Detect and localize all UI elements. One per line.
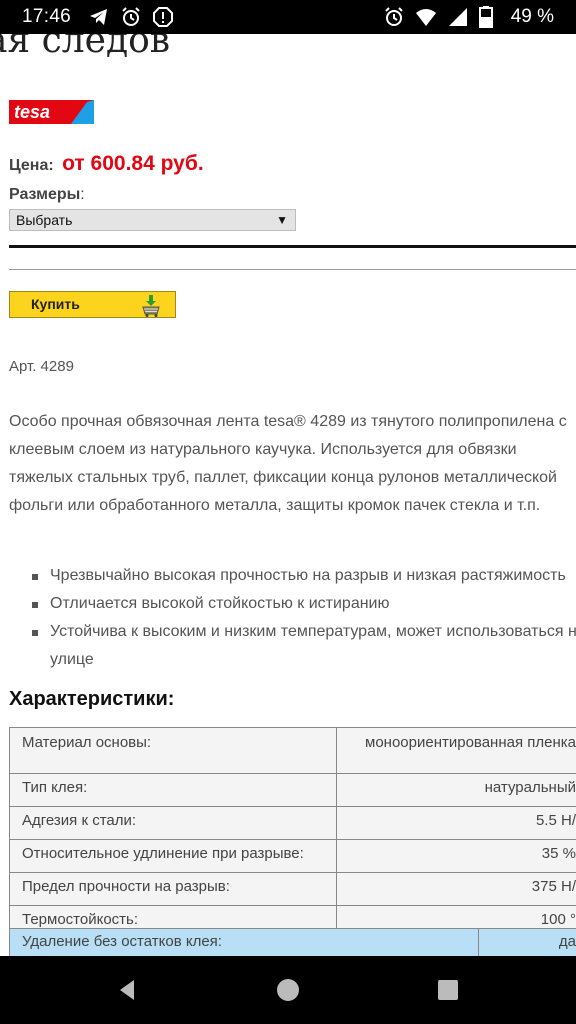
spec-name: Относительное удлинение при разрыве: (9, 839, 337, 873)
characteristics-heading: Характеристики: (9, 688, 175, 710)
telegram-icon (88, 6, 110, 28)
specs-table: Материал основы: моноориентированная пле… (9, 727, 576, 939)
spec-value: 375 Н/ (335, 872, 576, 906)
list-item: Чрезвычайно высокая прочностью на разрыв… (30, 562, 576, 590)
buy-button[interactable]: Купить (9, 291, 176, 318)
list-item: Отличается высокой стойкостью к истирани… (30, 590, 576, 618)
spec-name: Предел прочности на разрыв: (9, 872, 337, 906)
status-bar: 17:46 49 % (0, 0, 576, 34)
table-row: Предел прочности на разрыв: 375 Н/ (9, 872, 576, 906)
article-number: Арт. 4289 (9, 358, 74, 375)
tesa-logo: tesa (9, 100, 94, 129)
table-row: Материал основы: моноориентированная пле… (9, 727, 576, 774)
wifi-icon (415, 6, 437, 28)
price-value: от 600.84 руб. (62, 152, 204, 175)
spec-value: 35 % (335, 839, 576, 873)
list-item: Устойчива к высоким и низким температура… (30, 618, 576, 674)
page-content: ая следов tesa Цена: от 600.84 руб. Разм… (0, 34, 576, 956)
sizes-label: Размеры: (9, 186, 85, 203)
spec-name: Материал основы: (9, 727, 337, 774)
navigation-bar (0, 956, 576, 1024)
recents-icon[interactable] (434, 976, 462, 1004)
battery-percent: 49 % (510, 6, 554, 27)
home-icon[interactable] (274, 976, 302, 1004)
spec-name: Адгезия к стали: (9, 806, 337, 840)
table-row: Удаление без остатков клея: да (8, 928, 576, 956)
spec-value: 5.5 Н/ (335, 806, 576, 840)
table-row: Относительное удлинение при разрыве: 35 … (9, 839, 576, 873)
signal-icon (447, 6, 469, 28)
alert-icon (152, 6, 174, 28)
specs-table-secondary: Удаление без остатков клея: да (8, 928, 576, 956)
size-select[interactable]: Выбрать ▼ (9, 209, 296, 231)
divider (9, 245, 576, 248)
spec-name: Удаление без остатков клея: (8, 928, 480, 956)
table-row: Тип клея: натуральный (9, 773, 576, 807)
spec-value: да (478, 928, 576, 956)
product-description: Особо прочная обвязочная лента tesa® 428… (9, 413, 567, 514)
price-row: Цена: от 600.84 руб. (9, 152, 204, 176)
status-time: 17:46 (22, 6, 72, 27)
alarm-icon (383, 6, 405, 28)
buy-button-label: Купить (31, 296, 80, 312)
cart-icon (138, 293, 164, 322)
spec-value: натуральный (335, 773, 576, 807)
features-list: Чрезвычайно высокая прочностью на разрыв… (30, 562, 576, 674)
spec-name: Тип клея: (9, 773, 337, 807)
divider (9, 269, 576, 270)
size-select-value: Выбрать (16, 212, 73, 228)
alarm-icon (120, 6, 142, 28)
back-icon[interactable] (114, 976, 142, 1004)
table-row: Адгезия к стали: 5.5 Н/ (9, 806, 576, 840)
battery-icon (478, 6, 501, 28)
spec-value: моноориентированная пленка (335, 727, 576, 774)
price-label: Цена: (9, 157, 54, 174)
page-title: ая следов (0, 34, 171, 61)
dropdown-arrow-icon: ▼ (276, 213, 288, 227)
svg-text:tesa: tesa (14, 102, 50, 122)
